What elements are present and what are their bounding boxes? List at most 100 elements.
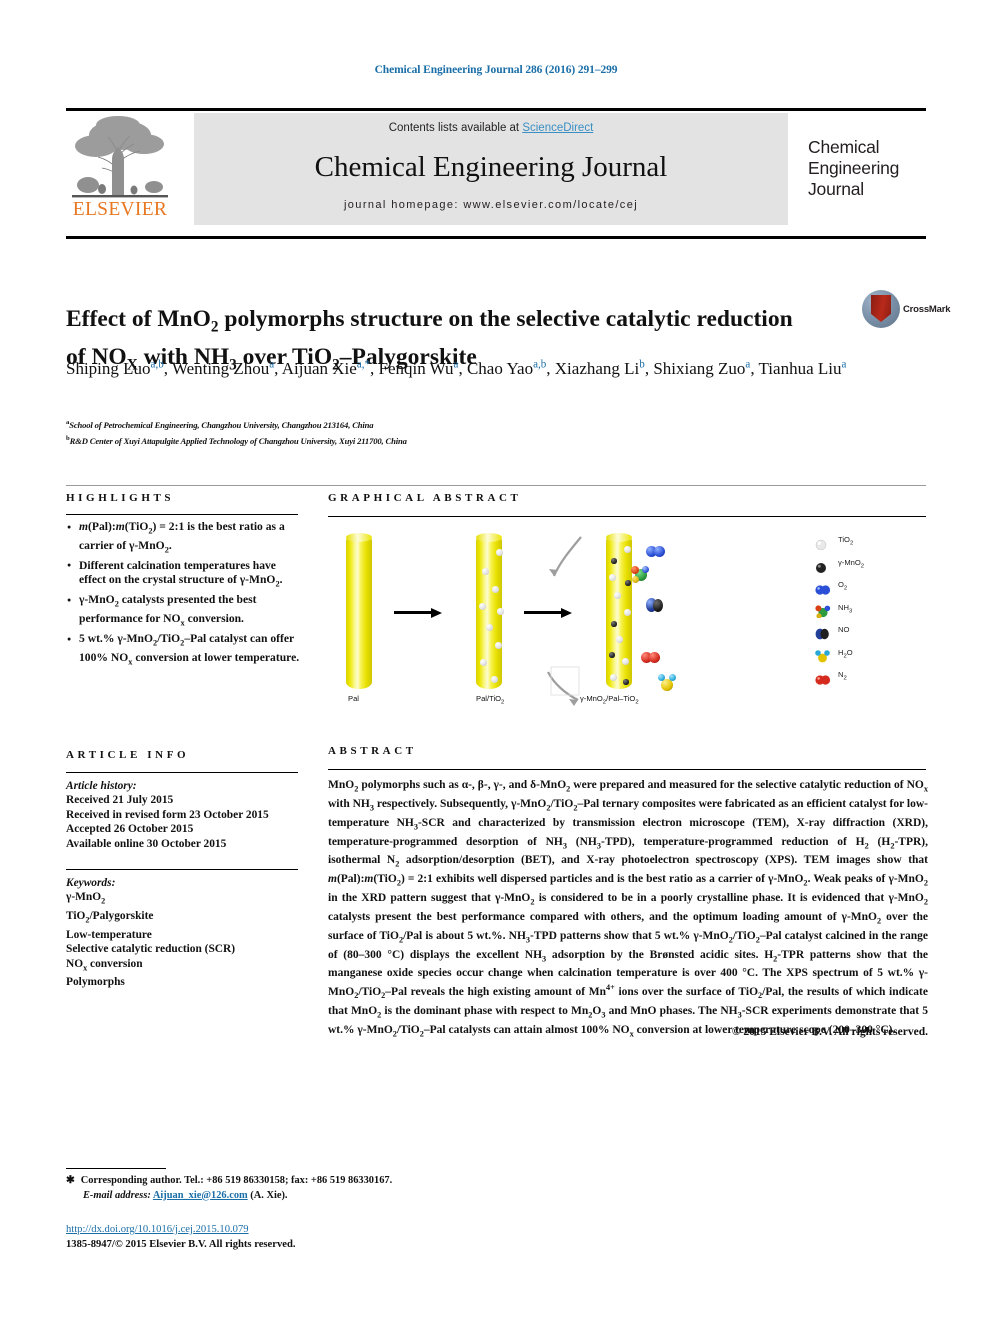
tio2-particle xyxy=(480,659,487,666)
mno2-particle xyxy=(611,558,617,564)
tio2-particle xyxy=(497,608,504,615)
legend-label: O2 xyxy=(838,580,848,592)
author-item[interactable]: Shiping Luoa,b, xyxy=(66,358,172,378)
graphical-abstract-legend: TiO2 γ-MnO2 O2 NH3 NO H2O N2 xyxy=(815,534,925,692)
legend-item: H2O xyxy=(815,647,925,670)
author-item[interactable]: Shixiang Zuoa, xyxy=(653,358,759,378)
mno2-particle xyxy=(623,679,629,685)
h2o-molecule-icon xyxy=(658,674,676,692)
author-name: Xiazhang Li xyxy=(554,358,640,378)
cover-logo-line-2: Engineering xyxy=(808,158,900,178)
abstract-copyright: © 2015 Elsevier B.V. All rights reserved… xyxy=(731,1026,928,1038)
author-name: Shiping Luo xyxy=(66,358,151,378)
keyword-item: Selective catalytic reduction (SCR) xyxy=(66,943,236,956)
n2-molecule-icon xyxy=(641,652,661,664)
author-item[interactable]: Fenqin Wua, xyxy=(379,358,467,378)
keywords-label: Keywords: xyxy=(66,877,116,889)
author-affil-mark: a xyxy=(841,358,847,370)
mno2-particle xyxy=(609,652,615,658)
o2-molecule-icon xyxy=(646,546,666,558)
highlight-item: m(Pal):m(TiO2) = 2:1 is the best ratio a… xyxy=(67,520,304,558)
mno2-particle xyxy=(611,621,617,627)
affiliation-item: bR&D Center of Xuyi Attapulgite Applied … xyxy=(66,432,926,448)
masthead-bottom-rule xyxy=(66,236,926,239)
article-history: Article history: Received 21 July 2015 R… xyxy=(66,779,304,851)
author-name: Shixiang Zuo xyxy=(653,358,746,378)
water-molecule-icon xyxy=(815,649,830,662)
email-owner: (A. Xie). xyxy=(250,1189,288,1201)
process-arrow-2 xyxy=(524,608,572,618)
elsevier-tree-svg xyxy=(72,116,168,198)
tio2-particle xyxy=(624,546,631,553)
legend-item: O2 xyxy=(815,579,925,602)
no-molecule-icon xyxy=(646,598,664,613)
rod-label-pal: Pal xyxy=(348,694,359,703)
rod-cap-icon xyxy=(346,533,372,542)
tio2-particle xyxy=(610,674,617,681)
cover-logo-line-1: Chemical xyxy=(808,137,880,157)
author-item[interactable]: Aijuan Xiea,*, xyxy=(282,358,379,378)
doi-link[interactable]: http://dx.doi.org/10.1016/j.cej.2015.10.… xyxy=(66,1224,249,1235)
tio2-particle xyxy=(624,609,631,616)
author-affil-mark: a,* xyxy=(356,358,371,370)
tio2-particle xyxy=(614,592,621,599)
title-part-2: polymorphs structure on the selective ca… xyxy=(218,305,793,332)
history-item: Available online 30 October 2015 xyxy=(66,837,227,850)
history-item: Accepted 26 October 2015 xyxy=(66,823,194,836)
legend-item: TiO2 xyxy=(815,534,925,557)
legend-item: N2 xyxy=(815,669,925,692)
sciencedirect-link[interactable]: ScienceDirect xyxy=(522,122,593,134)
title-sub-1: 2 xyxy=(210,318,219,336)
tio2-particle xyxy=(492,586,499,593)
legend-label: N2 xyxy=(838,670,847,682)
journal-first-page: Chemical Engineering Journal 286 (2016) … xyxy=(0,0,992,1323)
highlights-list: m(Pal):m(TiO2) = 2:1 is the best ratio a… xyxy=(66,520,304,671)
no-molecule-icon xyxy=(815,627,829,640)
journal-homepage-line[interactable]: journal homepage: www.elsevier.com/locat… xyxy=(194,199,788,211)
affiliation-list: aSchool of Petrochemical Engineering, Ch… xyxy=(66,416,926,448)
article-info-rule xyxy=(66,772,298,774)
graphical-abstract-figure: Pal Pal/TiO2 γ-MnO2/Pal–TiO2 TiO2 γ-MnO2… xyxy=(328,524,926,706)
rod-cap-icon xyxy=(476,533,502,542)
tio2-particle xyxy=(482,568,489,575)
affiliation-text: School of Petrochemical Engineering, Cha… xyxy=(69,419,374,430)
author-sep: , xyxy=(750,358,759,378)
legend-item: NO xyxy=(815,624,925,647)
author-item[interactable]: Tianhua Liua xyxy=(759,358,847,378)
keyword-item: Polymorphs xyxy=(66,976,125,989)
contents-available-line: Contents lists available at ScienceDirec… xyxy=(194,122,788,134)
mno2-particle xyxy=(625,580,631,586)
highlight-item: Different calcination temperatures have … xyxy=(67,558,304,593)
masthead-band: Contents lists available at ScienceDirec… xyxy=(194,113,788,225)
issn-copyright-line: 1385-8947/© 2015 Elsevier B.V. All right… xyxy=(66,1239,296,1250)
abstract-text: MnO2 polymorphs such as α-, β-, γ-, and … xyxy=(328,779,929,1038)
highlight-item: γ-MnO2 catalysts presented the best perf… xyxy=(67,593,304,631)
keyword-item: Low-temperature xyxy=(66,928,152,941)
journal-cover-logo: Chemical Engineering Journal xyxy=(808,137,992,200)
author-item[interactable]: Xiazhang Lib, xyxy=(554,358,654,378)
affiliation-text: R&D Center of Xuyi Attapulgite Applied T… xyxy=(69,435,407,446)
keywords-list: Keywords: γ-MnO2 TiO2/Palygorskite Low-t… xyxy=(66,876,304,990)
author-sep: , xyxy=(163,358,172,378)
legend-label: NH3 xyxy=(838,602,853,615)
abstract-heading: ABSTRACT xyxy=(328,745,417,757)
author-item[interactable]: Wenting Zhoua, xyxy=(172,358,282,378)
highlights-rule xyxy=(66,514,298,516)
author-sep: , xyxy=(274,358,282,378)
blue-diatomic-icon xyxy=(815,582,831,595)
rod-label-pal-tio2: Pal/TiO2 xyxy=(476,694,505,706)
author-item[interactable]: Chao Yaoa,b, xyxy=(467,358,555,378)
article-info-heading: ARTICLE INFO xyxy=(66,749,190,761)
crossmark-badge[interactable]: CrossMark xyxy=(862,290,951,334)
keyword-item: NOx conversion xyxy=(66,957,143,972)
author-sep: , xyxy=(546,358,555,378)
author-affil-mark: a,b xyxy=(533,358,547,370)
email-label: E-mail address: xyxy=(83,1189,151,1201)
title-part-1: Effect of MnO xyxy=(66,305,211,332)
author-list: Shiping Luoa,b, Wenting Zhoua, Aijuan Xi… xyxy=(66,352,926,381)
tio2-particle xyxy=(495,642,502,649)
email-link[interactable]: Aijuan_xie@126.com xyxy=(153,1190,248,1201)
tio2-particle xyxy=(486,624,493,631)
author-affil-mark: a,b xyxy=(150,358,164,370)
elsevier-tree-icon xyxy=(68,113,172,199)
